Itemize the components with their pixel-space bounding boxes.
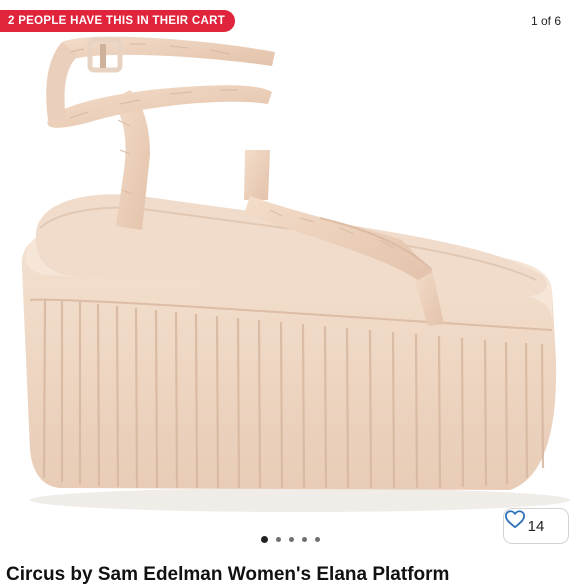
- listing-title[interactable]: Circus by Sam Edelman Women's Elana Plat…: [6, 564, 580, 586]
- heart-outline-icon: [504, 510, 525, 529]
- like-count: 14: [527, 517, 545, 535]
- pagination-dot-active[interactable]: [260, 535, 268, 543]
- pagination-dot[interactable]: [301, 536, 307, 542]
- pagination-dot[interactable]: [314, 536, 320, 542]
- pagination-dot[interactable]: [275, 536, 281, 542]
- image-counter: 1 of 6: [521, 10, 570, 32]
- gallery-pagination-dots[interactable]: [0, 534, 580, 544]
- pagination-dot[interactable]: [288, 536, 294, 542]
- like-button[interactable]: 14: [503, 508, 569, 544]
- cart-count-badge: 2 PEOPLE HAVE THIS IN THEIR CART: [0, 10, 236, 32]
- sandal-image: [21, 36, 570, 512]
- product-photo[interactable]: 2 PEOPLE HAVE THIS IN THEIR CART 1 of 6 …: [0, 0, 580, 560]
